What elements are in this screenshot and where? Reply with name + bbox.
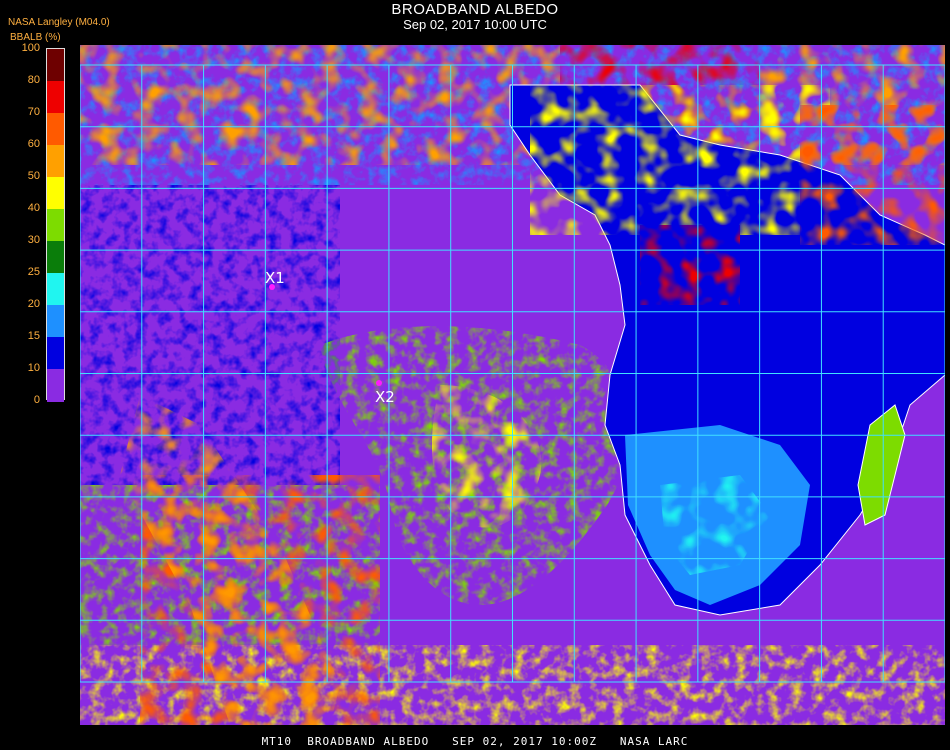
legend-band (47, 241, 64, 274)
legend-band (47, 177, 64, 210)
albedo-map: X1 X2 (80, 45, 945, 725)
legend-tick-label: 80 (27, 74, 40, 86)
map-timestamp: Sep 02, 2017 10:00 UTC (403, 17, 547, 32)
legend-tick-label: 60 (27, 138, 40, 150)
legend-band (47, 113, 64, 146)
color-legend (46, 48, 65, 402)
legend-band (47, 273, 64, 306)
legend-band (47, 145, 64, 178)
legend-tick-label: 25 (27, 266, 40, 278)
marker-x2-dot (376, 380, 382, 386)
legend-band (47, 81, 64, 114)
legend-band (47, 209, 64, 242)
marker-x1: X1 (265, 269, 285, 290)
legend-band (47, 337, 64, 370)
legend-tick-label: 70 (27, 106, 40, 118)
legend-tick-label: 100 (21, 42, 40, 54)
legend-tick-label: 10 (27, 362, 40, 374)
legend-band (47, 49, 64, 82)
legend-tick-label: 15 (27, 330, 40, 342)
footer-caption: MT10 BROADBAND ALBEDO SEP 02, 2017 10:00… (261, 735, 689, 748)
legend-tick-label: 20 (27, 298, 40, 310)
marker-x1-label: X1 (265, 269, 285, 287)
legend-tick-label: 50 (27, 170, 40, 182)
albedo-map-image: X1 X2 (80, 45, 945, 725)
legend-band (47, 305, 64, 338)
marker-x2-label: X2 (375, 388, 395, 406)
legend-tick-label: 0 (33, 394, 40, 406)
map-title: BROADBAND ALBEDO (391, 1, 559, 18)
data-source-label: NASA Langley (M04.0) (8, 17, 110, 28)
legend-tick-label: 40 (27, 202, 40, 214)
legend-band (47, 369, 64, 402)
legend-tick-label: 30 (27, 234, 40, 246)
